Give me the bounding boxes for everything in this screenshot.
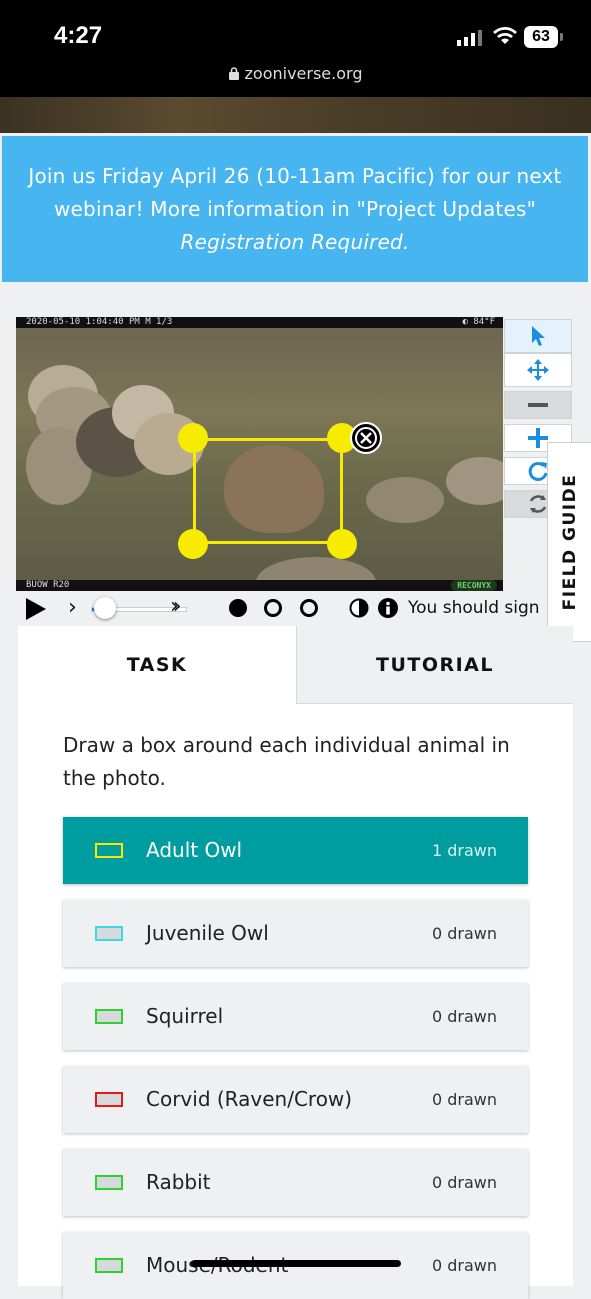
status-bar: 4:27 63 zooniverse.org	[0, 0, 591, 97]
choice-label: Adult Owl	[146, 838, 243, 862]
move-icon	[527, 359, 549, 381]
choice-adult-owl[interactable]: Adult Owl 1 drawn	[63, 817, 528, 884]
field-guide-label: FIELD GUIDE	[559, 473, 580, 611]
rotate-icon	[528, 461, 548, 481]
choice-label: Corvid (Raven/Crow)	[146, 1087, 353, 1111]
choice-squirrel[interactable]: Squirrel 0 drawn	[63, 983, 528, 1050]
box-tool-swatch	[95, 926, 123, 941]
header-image-strip	[0, 97, 591, 133]
box-tool-swatch	[95, 1258, 123, 1273]
address-bar[interactable]: zooniverse.org	[0, 64, 591, 83]
banner-line-3: Registration Required.	[180, 230, 410, 254]
image-timestamp: 2020-05-10 1:04:40 PM M 1/3	[26, 317, 173, 327]
announcement-banner: Join us Friday April 26 (10-11am Pacific…	[2, 136, 588, 282]
reconyx-logo: RECONYX	[451, 580, 497, 591]
image-temperature: ◐ 84°F	[462, 317, 495, 327]
slider-handle[interactable]	[94, 597, 116, 619]
tab-tutorial[interactable]: TUTORIAL	[296, 626, 573, 704]
battery-nub	[560, 33, 563, 41]
reset-icon	[529, 495, 547, 513]
choice-juvenile-owl[interactable]: Juvenile Owl 0 drawn	[63, 900, 528, 967]
resize-handle-bottom-left[interactable]	[178, 529, 208, 559]
frame-2-dot[interactable]	[264, 599, 282, 617]
box-tool-swatch	[95, 1009, 123, 1024]
drawn-count: 0 drawn	[431, 1090, 497, 1109]
clock: 4:27	[54, 22, 103, 49]
frame-controls: › ›› You should sign	[16, 592, 547, 626]
task-question: Draw a box around each individual animal…	[63, 733, 510, 790]
home-indicator[interactable]	[191, 1260, 401, 1267]
box-tool-swatch	[95, 1175, 123, 1190]
choice-rabbit[interactable]: Rabbit 0 drawn	[63, 1149, 528, 1216]
plus-icon	[528, 428, 548, 448]
zoom-out-button[interactable]	[504, 391, 572, 419]
wifi-icon	[493, 27, 517, 44]
cursor-icon	[532, 326, 545, 346]
lock-icon	[228, 67, 239, 80]
frame-1-dot[interactable]	[229, 599, 247, 617]
image-footer-bar: BUOW R20 RECONYX	[16, 580, 503, 591]
battery-indicator: 63	[524, 26, 558, 48]
banner-line-1: Join us Friday April 26 (10-11am Pacific…	[28, 164, 562, 188]
cellular-signal-icon	[457, 30, 482, 46]
step-forward-icon[interactable]: ›	[68, 595, 77, 620]
drawn-count: 0 drawn	[431, 1173, 497, 1192]
tab-task[interactable]: TASK	[18, 626, 296, 704]
url-text: zooniverse.org	[244, 64, 363, 83]
invert-colors-icon[interactable]	[349, 598, 369, 618]
drawn-count: 0 drawn	[431, 924, 497, 943]
drawn-bounding-box[interactable]	[193, 438, 343, 544]
delete-box-button[interactable]	[350, 422, 382, 454]
drawn-count: 0 drawn	[431, 1256, 497, 1275]
image-timestamp-bar: 2020-05-10 1:04:40 PM M 1/3 ◐ 84°F	[16, 317, 503, 328]
play-icon[interactable]	[24, 597, 48, 621]
choice-label: Squirrel	[146, 1004, 224, 1028]
banner-line-2: webinar! More information in "Project Up…	[54, 197, 536, 221]
choice-label: Juvenile Owl	[146, 921, 269, 945]
frame-3-dot[interactable]	[300, 599, 318, 617]
info-icon[interactable]	[378, 598, 398, 618]
resize-handle-bottom-right[interactable]	[327, 529, 357, 559]
box-tool-swatch	[95, 1092, 123, 1107]
box-tool-swatch	[95, 843, 123, 858]
drawn-count: 0 drawn	[431, 1007, 497, 1026]
camera-id: BUOW R20	[26, 580, 70, 590]
minus-icon	[528, 403, 548, 407]
choice-corvid[interactable]: Corvid (Raven/Crow) 0 drawn	[63, 1066, 528, 1133]
annotate-tool-button[interactable]	[504, 319, 572, 353]
choice-label: Rabbit	[146, 1170, 211, 1194]
rock	[366, 477, 444, 523]
field-guide-tab[interactable]: FIELD GUIDE	[547, 442, 591, 642]
rock	[446, 457, 503, 505]
sign-in-notice: You should sign	[408, 598, 540, 618]
fast-forward-icon[interactable]: ››	[170, 594, 181, 619]
resize-handle-top-left[interactable]	[178, 423, 208, 453]
drawn-count: 1 drawn	[431, 841, 497, 860]
close-icon	[355, 427, 377, 449]
move-tool-button[interactable]	[504, 353, 572, 387]
